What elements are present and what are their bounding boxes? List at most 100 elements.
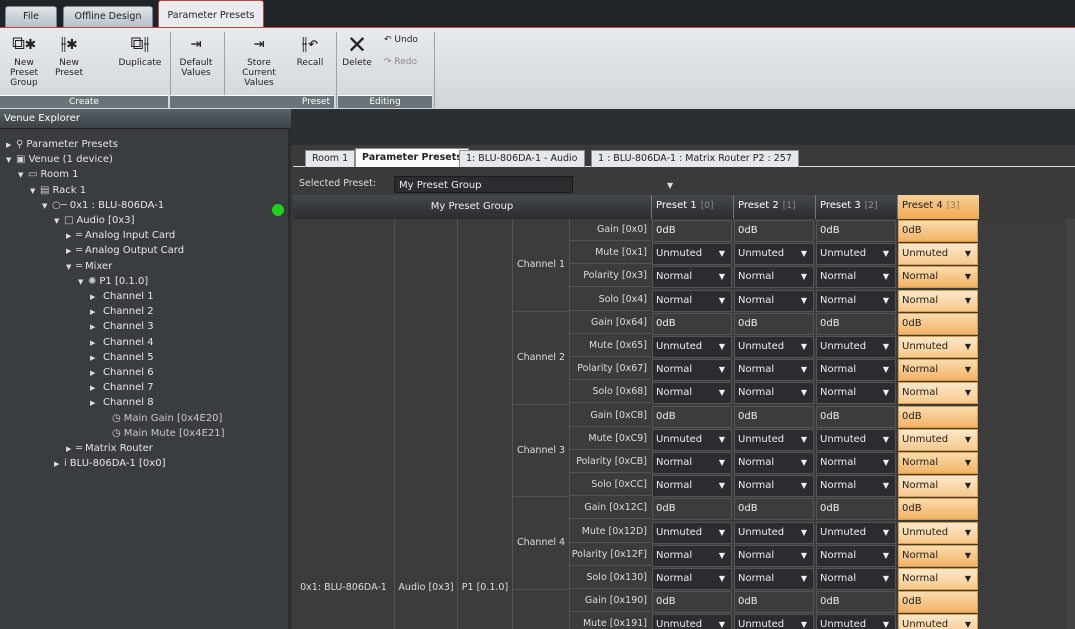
tree-item[interactable]: ▼ □ Audio [0x3] xyxy=(54,213,135,228)
tree-item[interactable]: ▶ Channel 5 xyxy=(90,350,154,365)
preset-header-4[interactable]: Preset 4 [3] xyxy=(897,195,979,219)
value-dropdown[interactable]: Normal ▼ xyxy=(816,452,896,474)
value-dropdown[interactable]: Normal ▼ xyxy=(898,475,978,498)
value-field[interactable]: 0dB xyxy=(734,220,814,242)
value-field[interactable]: 0dB xyxy=(898,498,978,521)
value-field[interactable]: 0dB xyxy=(652,220,732,242)
new-preset-button[interactable]: ⫲✱ New Preset xyxy=(54,32,84,78)
value-field[interactable]: 0dB xyxy=(816,220,896,242)
value-dropdown[interactable]: Normal ▼ xyxy=(816,266,896,289)
collapse-arrow-icon[interactable]: ▼ xyxy=(42,199,52,214)
selected-preset-dropdown[interactable]: My Preset Group ▼ xyxy=(394,176,673,193)
value-dropdown[interactable]: Unmuted ▼ xyxy=(898,336,978,358)
value-dropdown[interactable]: Normal ▼ xyxy=(652,452,732,474)
value-field[interactable]: 0dB xyxy=(652,498,732,521)
value-dropdown[interactable]: Unmuted ▼ xyxy=(652,336,732,358)
redo-button[interactable]: ↷ Redo xyxy=(384,57,417,67)
expand-arrow-icon[interactable]: ▶ xyxy=(66,229,76,244)
expand-arrow-icon[interactable]: ▶ xyxy=(90,381,100,396)
value-dropdown[interactable]: Normal ▼ xyxy=(816,382,896,405)
tree-item[interactable]: ▶ Channel 6 xyxy=(90,365,154,380)
recall-button[interactable]: ⫲↶ Recall xyxy=(294,32,326,68)
tab-file[interactable]: File xyxy=(5,6,57,27)
tree-item[interactable]: ▶ ═ Analog Output Card xyxy=(66,243,184,258)
expand-arrow-icon[interactable]: ▶ xyxy=(90,351,100,366)
new-preset-group-button[interactable]: ⧉✱ New Preset Group xyxy=(2,32,46,88)
expand-arrow-icon[interactable]: ▶ xyxy=(90,366,100,381)
value-dropdown[interactable]: Unmuted ▼ xyxy=(816,521,896,544)
expand-arrow-icon[interactable]: ▶ xyxy=(66,442,76,457)
tab-parameter-presets[interactable]: Parameter Presets xyxy=(158,0,264,27)
tree-item[interactable]: ▶ ═ Matrix Router xyxy=(66,441,153,456)
value-dropdown[interactable]: Unmuted ▼ xyxy=(816,243,896,266)
value-dropdown[interactable]: Normal ▼ xyxy=(734,544,814,567)
value-dropdown[interactable]: Normal ▼ xyxy=(898,382,978,405)
value-dropdown[interactable]: Unmuted ▼ xyxy=(652,428,732,451)
undo-button[interactable]: ↶ Undo xyxy=(384,35,418,45)
value-dropdown[interactable]: Normal ▼ xyxy=(734,266,814,289)
value-dropdown[interactable]: Normal ▼ xyxy=(652,266,732,289)
value-dropdown[interactable]: Unmuted ▼ xyxy=(652,614,732,629)
collapse-arrow-icon[interactable]: ▼ xyxy=(30,184,40,199)
collapse-arrow-icon[interactable]: ▼ xyxy=(18,168,28,183)
value-dropdown[interactable]: Unmuted ▼ xyxy=(734,336,814,358)
value-dropdown[interactable]: Normal ▼ xyxy=(652,359,732,382)
value-dropdown[interactable]: Unmuted ▼ xyxy=(898,614,978,629)
value-field[interactable]: 0dB xyxy=(816,312,896,335)
value-field[interactable]: 0dB xyxy=(734,405,814,428)
value-dropdown[interactable]: Normal ▼ xyxy=(898,266,978,289)
value-dropdown[interactable]: Unmuted ▼ xyxy=(816,336,896,358)
value-dropdown[interactable]: Normal ▼ xyxy=(734,475,814,498)
value-dropdown[interactable]: Normal ▼ xyxy=(734,359,814,382)
doc-tab-parameter-presets[interactable]: Parameter Presets xyxy=(355,148,469,167)
duplicate-button[interactable]: ⧉⫲ Duplicate xyxy=(118,32,162,68)
value-dropdown[interactable]: Normal ▼ xyxy=(816,475,896,498)
tree-item[interactable]: ▶ i BLU-806DA-1 [0x0] xyxy=(54,456,165,471)
value-field[interactable]: 0dB xyxy=(816,498,896,521)
value-dropdown[interactable]: Normal ▼ xyxy=(816,544,896,567)
tree-item[interactable]: ▶ ⚲ Parameter Presets xyxy=(6,137,118,152)
tree-item[interactable]: ▶ Channel 8 xyxy=(90,395,154,410)
value-dropdown[interactable]: Normal ▼ xyxy=(816,289,896,312)
value-dropdown[interactable]: Normal ▼ xyxy=(652,382,732,405)
value-dropdown[interactable]: Unmuted ▼ xyxy=(652,521,732,544)
value-dropdown[interactable]: Normal ▼ xyxy=(898,289,978,312)
expand-arrow-icon[interactable]: ▶ xyxy=(54,457,64,472)
expand-arrow-icon[interactable]: ▶ xyxy=(90,336,100,351)
value-dropdown[interactable]: Normal ▼ xyxy=(816,568,896,590)
tree-item[interactable]: ▶ Channel 1 xyxy=(90,289,154,304)
value-dropdown[interactable]: Unmuted ▼ xyxy=(734,614,814,629)
collapse-arrow-icon[interactable]: ▼ xyxy=(54,214,64,229)
doc-tab-room1[interactable]: Room 1 xyxy=(305,150,356,167)
value-field[interactable]: 0dB xyxy=(734,591,814,614)
tree-item[interactable]: ▶ Channel 2 xyxy=(90,304,154,319)
tab-offline-design[interactable]: Offline Design xyxy=(63,6,153,27)
value-dropdown[interactable]: Normal ▼ xyxy=(898,359,978,382)
value-dropdown[interactable]: Unmuted ▼ xyxy=(816,614,896,629)
value-dropdown[interactable]: Normal ▼ xyxy=(898,568,978,590)
tree-item[interactable]: ▶ Channel 4 xyxy=(90,335,154,350)
expand-arrow-icon[interactable]: ▶ xyxy=(6,138,16,153)
value-dropdown[interactable]: Unmuted ▼ xyxy=(898,428,978,451)
value-dropdown[interactable]: Normal ▼ xyxy=(652,289,732,312)
vertical-scrollbar[interactable] xyxy=(1066,219,1075,629)
value-field[interactable]: 0dB xyxy=(898,405,978,428)
value-dropdown[interactable]: Normal ▼ xyxy=(898,544,978,567)
value-dropdown[interactable]: Normal ▼ xyxy=(652,475,732,498)
value-dropdown[interactable]: Unmuted ▼ xyxy=(734,243,814,266)
value-dropdown[interactable]: Unmuted ▼ xyxy=(652,243,732,266)
value-dropdown[interactable]: Normal ▼ xyxy=(898,452,978,474)
value-field[interactable]: 0dB xyxy=(652,405,732,428)
delete-button[interactable]: ✕ Delete xyxy=(342,29,372,69)
value-field[interactable]: 0dB xyxy=(734,312,814,335)
tree-item[interactable]: ◷ Main Gain [0x4E20] xyxy=(102,411,222,426)
expand-arrow-icon[interactable]: ▶ xyxy=(66,244,76,259)
value-dropdown[interactable]: Normal ▼ xyxy=(734,382,814,405)
value-dropdown[interactable]: Normal ▼ xyxy=(652,568,732,590)
expand-arrow-icon[interactable]: ▶ xyxy=(90,290,100,305)
value-field[interactable]: 0dB xyxy=(816,591,896,614)
value-dropdown[interactable]: Normal ▼ xyxy=(816,359,896,382)
doc-tab-audio[interactable]: 1: BLU-806DA-1 - Audio xyxy=(459,150,585,167)
value-field[interactable]: 0dB xyxy=(734,498,814,521)
doc-tab-matrix-router[interactable]: 1 : BLU-806DA-1 : Matrix Router P2 : 257 xyxy=(591,150,799,167)
